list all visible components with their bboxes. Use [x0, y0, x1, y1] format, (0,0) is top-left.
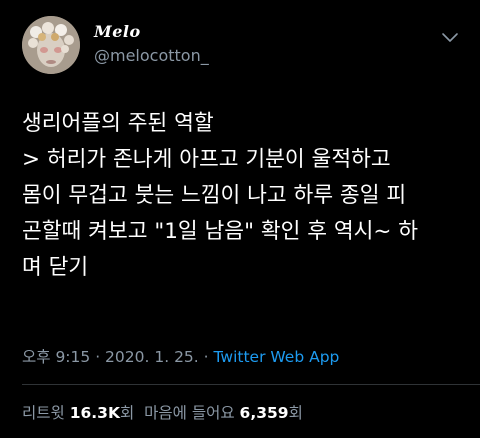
display-name[interactable]: Melo — [94, 22, 141, 41]
tweet-line: 생리어플의 주된 역할 — [22, 111, 214, 136]
avatar-image — [22, 16, 80, 74]
likes-count[interactable]: 6,359 — [240, 404, 289, 422]
divider — [22, 384, 480, 385]
tweet-text: 생리어플의 주된 역할 > 허리가 존나게 아프고 기분이 울적하고 몸이 무겁… — [22, 106, 472, 286]
tweet-date[interactable]: 2020. 1. 25. — [105, 348, 199, 366]
chevron-down-icon[interactable] — [440, 30, 460, 44]
likes-label[interactable]: 마음에 들어요 — [144, 404, 235, 422]
retweets-suffix: 회 — [119, 404, 135, 422]
tweet-line: > 허리가 존나게 아프고 기분이 울적하고 — [22, 147, 391, 172]
user-handle[interactable]: @melocotton_ — [94, 46, 209, 65]
tweet-time[interactable]: 오후 9:15 — [22, 348, 90, 366]
retweets-label[interactable]: 리트윗 — [22, 404, 65, 422]
retweets-count[interactable]: 16.3K — [70, 404, 120, 422]
tweet-line: 곤할때 켜보고 "1일 남음" 확인 후 역시~ 하 — [22, 219, 419, 244]
tweet-source-link[interactable]: Twitter Web App — [214, 348, 340, 366]
tweet-line: 몸이 무겁고 붓는 느낌이 나고 하루 종일 피 — [22, 183, 407, 208]
meta-separator: · — [90, 348, 106, 366]
tweet-meta: 오후 9:15 · 2020. 1. 25. · Twitter Web App — [22, 345, 339, 367]
tweet-line: 며 닫기 — [22, 255, 89, 280]
tweet-card: Melo @melocotton_ 생리어플의 주된 역할 > 허리가 존나게 … — [0, 0, 480, 438]
profile-avatar[interactable] — [22, 16, 80, 74]
meta-separator: · — [198, 348, 214, 366]
likes-suffix: 회 — [288, 404, 303, 422]
tweet-stats: 리트윗 16.3K회 마음에 들어요 6,359회 — [22, 401, 303, 423]
